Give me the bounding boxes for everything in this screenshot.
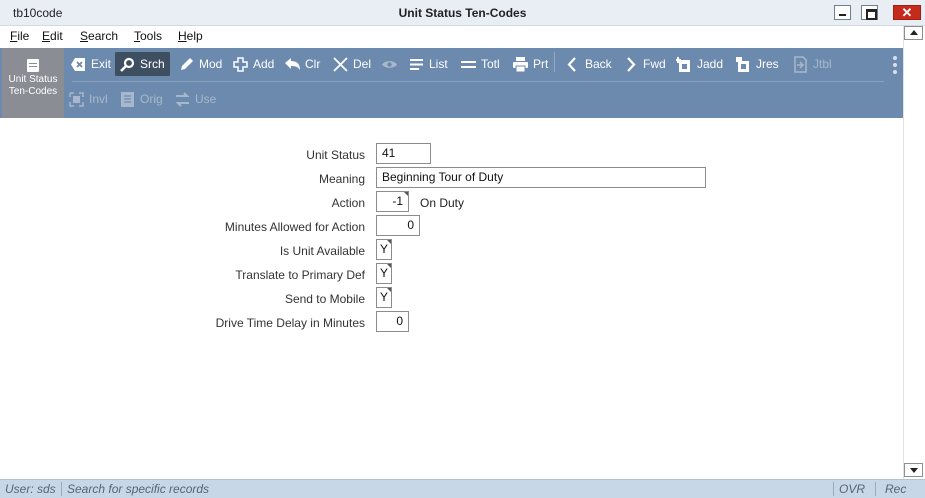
jtbl-label: Jtbl xyxy=(813,57,832,71)
more-menu-button[interactable] xyxy=(891,54,899,74)
jres-label: Jres xyxy=(756,57,779,71)
exit-button[interactable]: Exit xyxy=(66,52,115,76)
exit-icon xyxy=(71,57,85,71)
meaning-label: Meaning xyxy=(318,172,365,186)
menu-file[interactable]: File xyxy=(10,29,29,43)
back-label: Back xyxy=(585,57,612,71)
search-icon xyxy=(120,57,135,72)
meaning-field[interactable]: Beginning Tour of Duty xyxy=(376,167,706,188)
clear-button[interactable]: Clr xyxy=(280,52,324,76)
jadd-icon xyxy=(676,56,690,72)
list-label: List xyxy=(429,57,448,71)
eye-icon xyxy=(382,60,397,68)
jtbl-icon xyxy=(794,55,807,73)
list-button[interactable]: List xyxy=(404,52,452,76)
delete-button[interactable]: Del xyxy=(328,52,375,76)
menu-tools[interactable]: Tools xyxy=(134,29,162,43)
translate-primary-label: Translate to Primary Def xyxy=(235,268,365,282)
status-user: User: sds xyxy=(5,482,56,496)
exit-label: Exit xyxy=(91,57,112,71)
form-identifier: Unit Status Ten-Codes xyxy=(2,48,64,118)
close-button[interactable]: ✕ xyxy=(893,5,921,20)
orig-icon xyxy=(121,91,134,107)
vertical-scrollbar[interactable] xyxy=(903,26,925,479)
orig-button[interactable]: Orig xyxy=(115,87,167,111)
use-label: Use xyxy=(195,92,217,106)
orig-label: Orig xyxy=(140,92,163,106)
chevron-left-icon xyxy=(567,56,576,72)
status-record: Rec xyxy=(885,482,907,496)
send-to-mobile-label: Send to Mobile xyxy=(284,292,365,306)
translate-primary-field[interactable]: Y xyxy=(376,263,392,284)
chevron-right-icon xyxy=(627,56,636,72)
app-name: tb10code xyxy=(13,6,63,20)
total-icon xyxy=(461,60,476,68)
back-button[interactable]: Back xyxy=(560,52,616,76)
scroll-down-button[interactable] xyxy=(904,463,923,477)
jres-button[interactable]: Jres xyxy=(731,52,783,76)
invl-icon xyxy=(69,91,84,107)
is-unit-available-label: Is Unit Available xyxy=(279,244,365,258)
action-field[interactable]: -1 xyxy=(376,191,409,212)
pencil-icon xyxy=(181,57,193,70)
invl-button[interactable]: Invl xyxy=(64,87,112,111)
jadd-label: Jadd xyxy=(697,57,724,71)
status-mode: OVR xyxy=(839,482,866,496)
jtbl-button[interactable]: Jtbl xyxy=(788,52,836,76)
send-to-mobile-field[interactable]: Y xyxy=(376,287,392,308)
jres-icon xyxy=(736,56,749,72)
print-button[interactable]: Prt xyxy=(508,52,552,76)
x-icon xyxy=(333,56,348,72)
total-button[interactable]: Totl xyxy=(456,52,504,76)
minimize-button[interactable] xyxy=(834,5,851,20)
jadd-button[interactable]: Jadd xyxy=(672,52,727,76)
close-icon: ✕ xyxy=(901,5,913,20)
drive-time-delay-label: Drive Time Delay in Minutes xyxy=(215,316,365,330)
status-bar: User: sds Search for specific records OV… xyxy=(0,479,925,498)
title-bar: tb10code Unit Status Ten-Codes ✕ xyxy=(0,0,925,26)
forward-button[interactable]: Fwd xyxy=(618,52,670,76)
forward-label: Fwd xyxy=(643,57,666,71)
toolbar-rule xyxy=(72,81,884,82)
form-icon xyxy=(27,59,39,72)
is-unit-available-field[interactable]: Y xyxy=(376,239,392,260)
menu-search[interactable]: Search xyxy=(80,29,118,43)
modify-button[interactable]: Mod xyxy=(174,52,226,76)
unit-status-field[interactable]: 41 xyxy=(376,143,431,164)
total-label: Totl xyxy=(481,57,500,71)
menu-edit[interactable]: Edit xyxy=(42,29,63,43)
printer-icon xyxy=(513,56,528,72)
view-button[interactable] xyxy=(377,52,402,76)
minutes-allowed-field[interactable]: 0 xyxy=(376,215,420,236)
modify-label: Mod xyxy=(199,57,223,71)
list-icon xyxy=(410,58,423,70)
menu-help[interactable]: Help xyxy=(178,29,203,43)
delete-label: Del xyxy=(353,57,372,71)
menu-bar: File Edit Search Tools Help xyxy=(0,26,903,48)
add-button[interactable]: Add xyxy=(228,52,278,76)
undo-icon xyxy=(285,57,300,70)
action-description: On Duty xyxy=(420,196,465,210)
drive-time-delay-field[interactable]: 0 xyxy=(376,311,409,332)
form-id-line2: Ten-Codes xyxy=(8,86,58,97)
scroll-up-button[interactable] xyxy=(904,26,923,40)
print-label: Prt xyxy=(533,57,549,71)
plus-icon xyxy=(233,56,248,72)
status-message: Search for specific records xyxy=(67,482,210,496)
use-button[interactable]: Use xyxy=(170,87,220,111)
action-label: Action xyxy=(331,196,365,210)
add-label: Add xyxy=(253,57,275,71)
window-title: Unit Status Ten-Codes xyxy=(398,6,527,20)
unit-status-label: Unit Status xyxy=(306,148,365,162)
search-button[interactable]: Srch xyxy=(115,52,170,76)
invl-label: Invl xyxy=(89,92,108,106)
maximize-button[interactable] xyxy=(861,5,878,20)
search-label: Srch xyxy=(140,57,165,71)
clear-label: Clr xyxy=(305,57,321,71)
form-id-line1: Unit Status xyxy=(8,74,58,85)
more-vertical-icon xyxy=(891,56,899,74)
toolbar-divider xyxy=(554,52,555,72)
minutes-allowed-label: Minutes Allowed for Action xyxy=(224,220,365,234)
swap-icon xyxy=(175,91,190,107)
